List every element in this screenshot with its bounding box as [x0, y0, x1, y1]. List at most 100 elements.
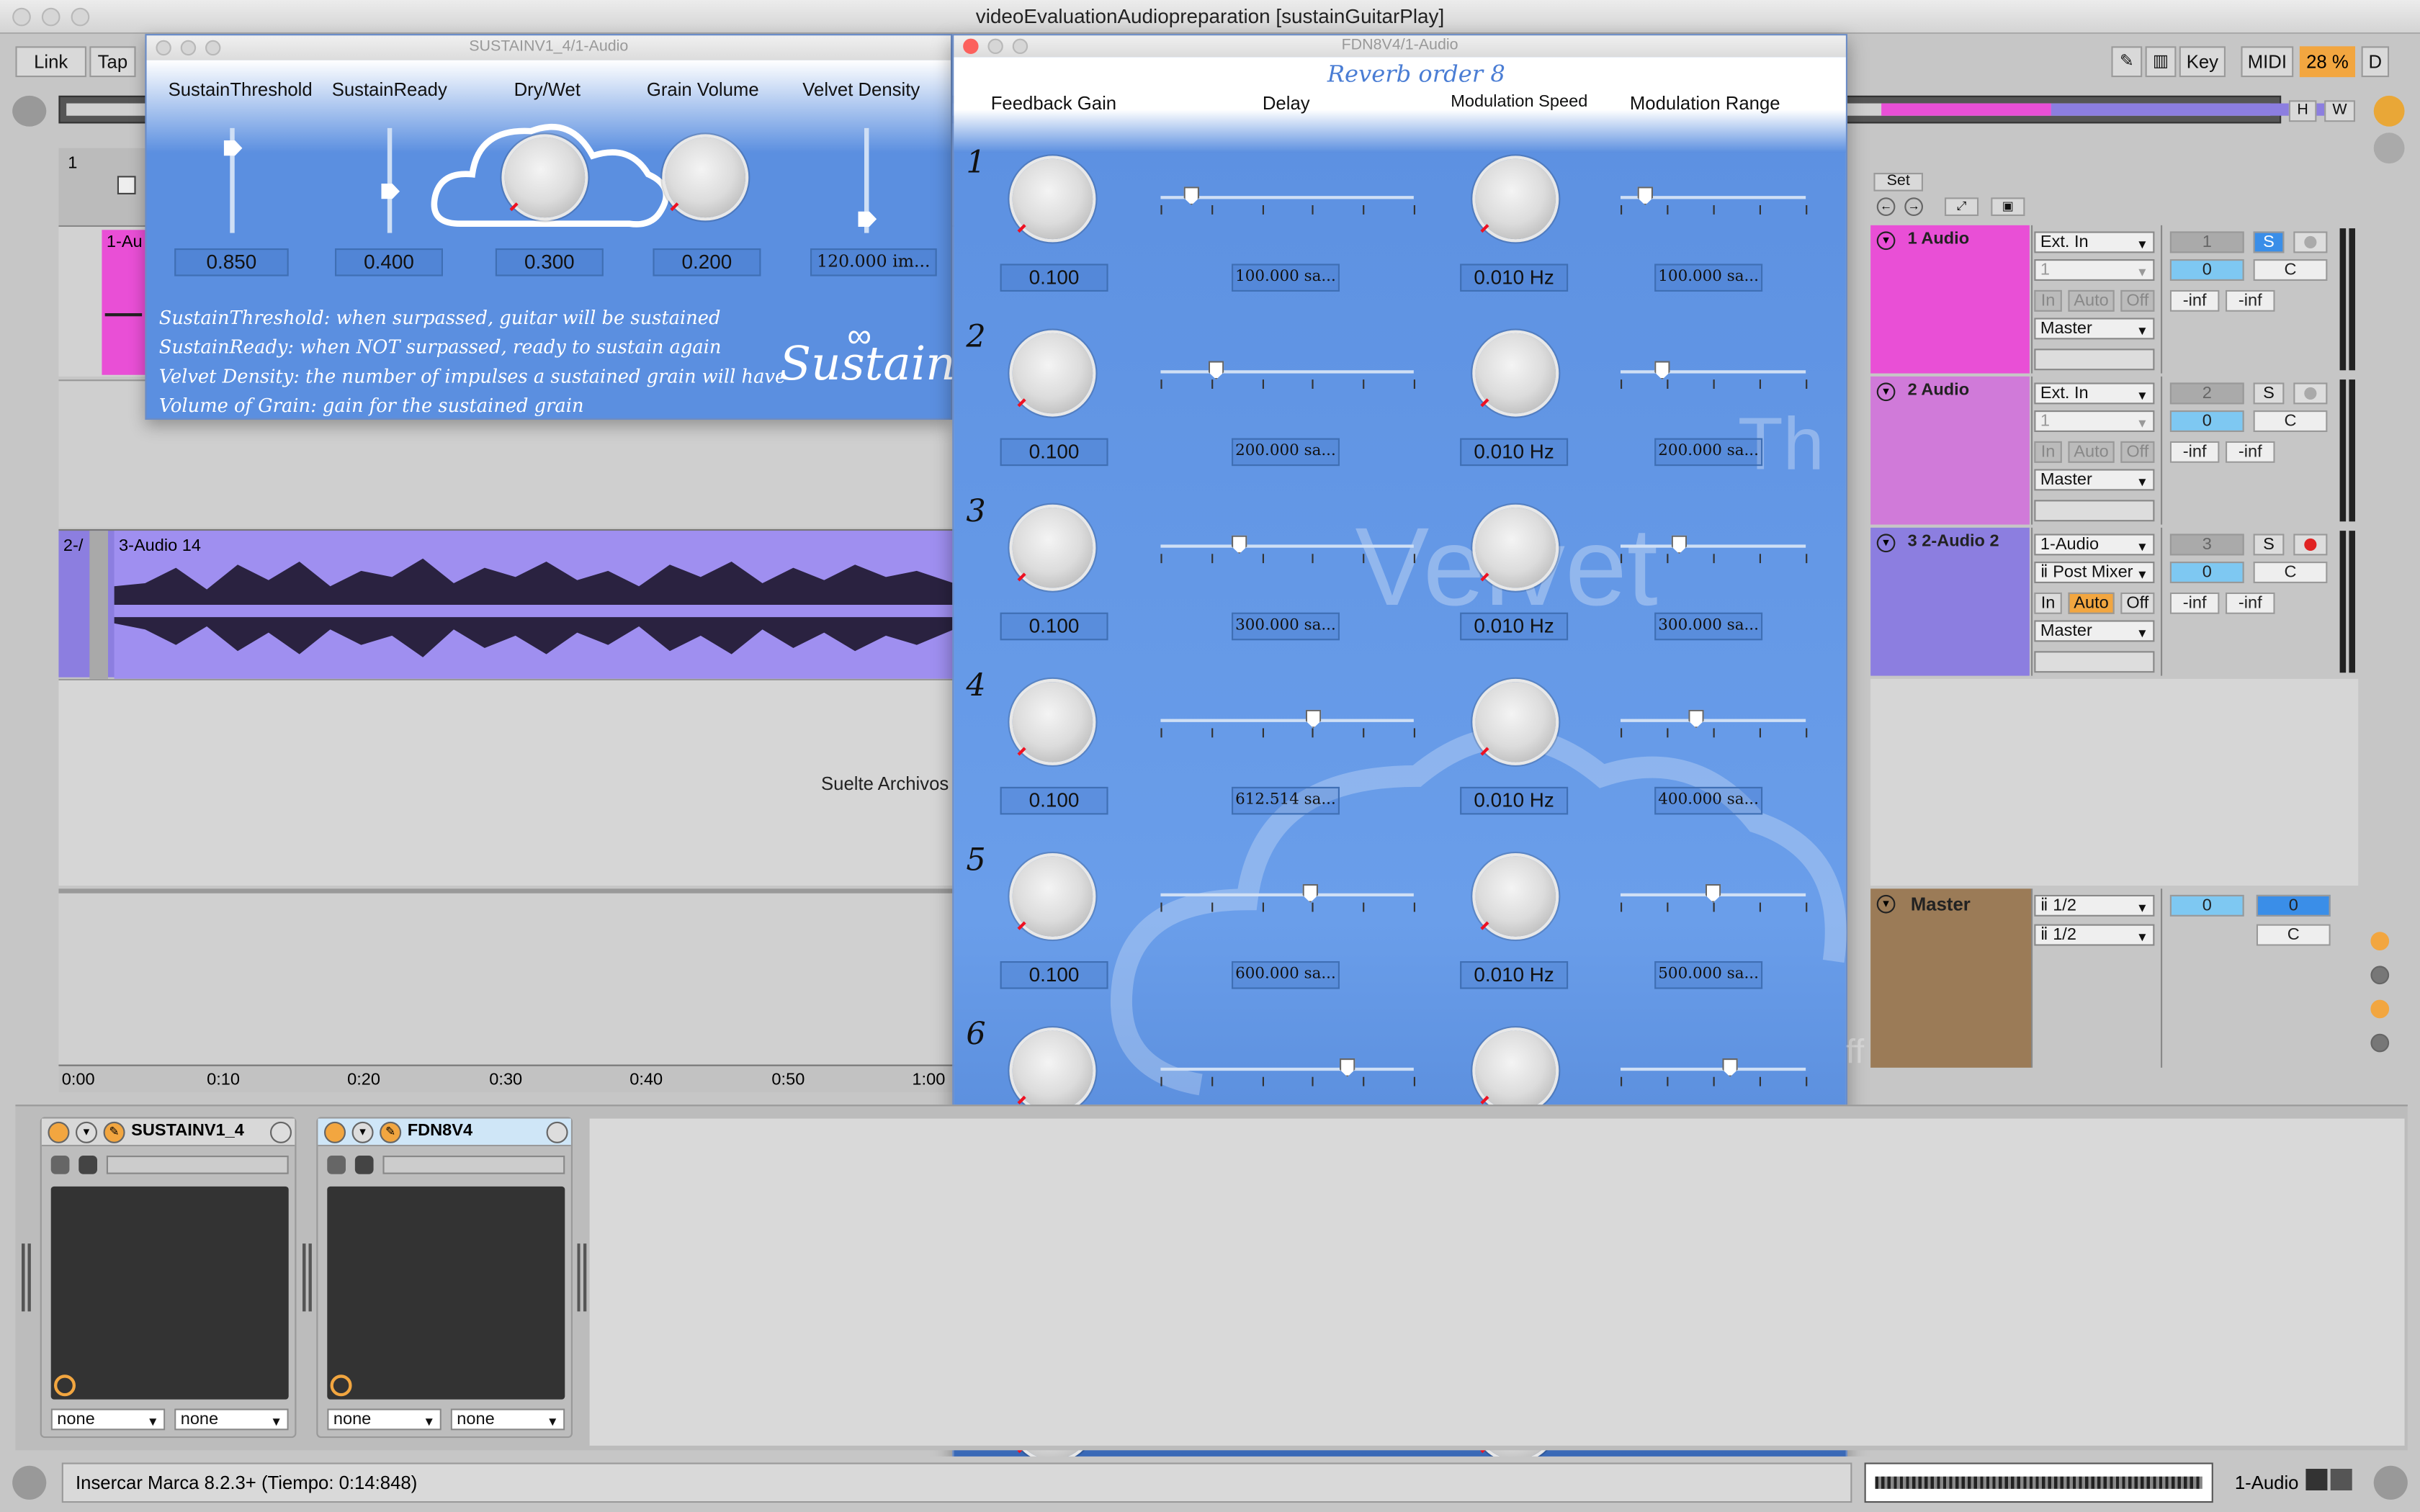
feedback-gain-knob[interactable]	[1012, 856, 1093, 937]
audio-clip-3[interactable]: 3-Audio 14	[114, 531, 954, 679]
device-select-2[interactable]: none ▼	[450, 1408, 565, 1431]
feedback-gain-knob[interactable]	[1012, 158, 1093, 240]
track-number[interactable]: 2	[2169, 382, 2244, 405]
sustain-ready-slider[interactable]	[381, 127, 400, 233]
h-button[interactable]: H	[2288, 100, 2317, 122]
output-channel-select[interactable]	[2034, 500, 2155, 522]
audio-icon[interactable]	[2330, 1468, 2352, 1490]
wrench-icon[interactable]: ✎	[103, 1121, 125, 1143]
audio-clip-1[interactable]: 1-Au	[102, 230, 145, 375]
input-channel-select[interactable]: 1 ▼	[2034, 410, 2155, 432]
delay-slider[interactable]	[1160, 709, 1414, 734]
master-cue-volume[interactable]: 0	[2256, 894, 2331, 917]
device-select-2[interactable]: none ▼	[174, 1408, 289, 1431]
fdn-close-icon[interactable]	[963, 38, 979, 54]
track-fold-icon[interactable]: ▾	[1876, 231, 1896, 251]
volume-field[interactable]: 0	[2169, 562, 2244, 583]
output-select[interactable]: Master ▼	[2034, 318, 2155, 340]
delay-slider[interactable]	[1160, 535, 1414, 560]
preset-field[interactable]	[106, 1156, 289, 1174]
device-fold-icon[interactable]: ▾	[76, 1121, 97, 1143]
folder-icon[interactable]	[50, 1156, 70, 1174]
set-button[interactable]: Set	[1873, 173, 1923, 192]
modulation-speed-value[interactable]: 0.010 Hz	[1460, 438, 1569, 467]
sustain-threshold-value[interactable]: 0.850	[174, 248, 289, 276]
loop-marker-icon[interactable]	[117, 176, 136, 194]
device-toggle-icon[interactable]	[2373, 1465, 2408, 1500]
pencil-icon[interactable]: ✎	[2111, 46, 2143, 78]
track-fold-icon[interactable]: ▾	[1876, 382, 1896, 402]
key-map-button[interactable]: Key	[2179, 46, 2226, 78]
device-drag-handle[interactable]	[22, 1243, 31, 1312]
overview-waveform[interactable]	[1864, 1462, 2213, 1503]
feedback-gain-value[interactable]: 0.100	[1000, 264, 1108, 292]
lock-icon[interactable]: ▣	[1991, 197, 2025, 216]
track-number[interactable]: 3	[2169, 534, 2244, 556]
fdn-minimize-icon[interactable]	[987, 38, 1003, 54]
feedback-gain-knob[interactable]	[1012, 333, 1093, 414]
master-lane[interactable]	[58, 888, 954, 1065]
modulation-speed-value[interactable]: 0.010 Hz	[1460, 961, 1569, 989]
pan-field[interactable]: C	[2253, 410, 2328, 432]
input-type-select[interactable]: 1-Audio ▼	[2034, 534, 2155, 556]
output-channel-select[interactable]	[2034, 348, 2155, 371]
track-header[interactable]: ▾ 1 Audio	[1870, 225, 2030, 374]
monitor-off-button[interactable]: Off	[2120, 441, 2155, 463]
link-button[interactable]: Link	[15, 46, 86, 78]
folder-icon[interactable]	[327, 1156, 346, 1174]
sustain-close-icon[interactable]	[156, 40, 171, 56]
modulation-speed-knob[interactable]	[1475, 158, 1556, 240]
track-lane-3[interactable]: 2-/ 3-Audio 14	[58, 529, 954, 679]
sustain-ready-value[interactable]: 0.400	[335, 248, 443, 276]
feedback-gain-value[interactable]: 0.100	[1000, 612, 1108, 641]
device-drag-handle[interactable]	[302, 1243, 312, 1312]
clip-view-toggle-icon[interactable]	[2373, 95, 2405, 127]
master-track-header[interactable]: ▾ Master	[1870, 888, 2031, 1068]
monitor-in-button[interactable]: In	[2034, 441, 2062, 463]
output-select[interactable]: Master ▼	[2034, 620, 2155, 642]
status-toggle-icon[interactable]	[12, 1465, 47, 1500]
zoom-window-icon[interactable]	[71, 7, 90, 27]
feedback-gain-knob[interactable]	[1012, 1030, 1093, 1111]
master-volume[interactable]: 0	[2169, 894, 2244, 917]
pan-field[interactable]: C	[2253, 259, 2328, 281]
modulation-range-value[interactable]: 400.000 sa...	[1654, 786, 1763, 815]
feedback-gain-value[interactable]: 0.100	[1000, 961, 1108, 989]
dry-wet-knob[interactable]	[504, 137, 586, 218]
monitor-auto-button[interactable]: Auto	[2068, 592, 2115, 614]
monitor-off-button[interactable]: Off	[2120, 289, 2155, 312]
delay-slider[interactable]	[1160, 361, 1414, 386]
master-input-2[interactable]: ⅱ 1/2 ▼	[2034, 924, 2155, 946]
modulation-speed-knob[interactable]	[1475, 1030, 1556, 1111]
device-status-icon[interactable]	[330, 1374, 352, 1397]
keyboard-icon[interactable]: ▥	[2145, 46, 2177, 78]
volume-field[interactable]: 0	[2169, 410, 2244, 432]
device-select-1[interactable]: none ▼	[50, 1408, 166, 1431]
time-ruler[interactable]: 0:00 0:10 0:20 0:30 0:40 0:50 1:00	[58, 1064, 954, 1093]
volume-field[interactable]: 0	[2169, 259, 2244, 281]
wrench-icon[interactable]: ✎	[380, 1121, 402, 1143]
modulation-speed-knob[interactable]	[1475, 856, 1556, 937]
device-drag-handle[interactable]	[577, 1243, 587, 1312]
browser-toggle-icon[interactable]	[12, 95, 47, 127]
device-hotswap-icon[interactable]	[270, 1121, 292, 1143]
solo-button[interactable]: S	[2253, 382, 2285, 405]
master-pan[interactable]: C	[2256, 924, 2331, 946]
arm-button[interactable]	[2293, 231, 2328, 253]
mixer-toggle-icon[interactable]	[2373, 132, 2405, 164]
grain-volume-knob[interactable]	[665, 137, 745, 218]
master-input-1[interactable]: ⅱ 1/2 ▼	[2034, 894, 2155, 917]
modulation-range-value[interactable]: 200.000 sa...	[1654, 438, 1763, 467]
modulation-range-value[interactable]: 100.000 sa...	[1654, 264, 1763, 292]
d-button[interactable]: D	[2361, 46, 2390, 78]
delay-value[interactable]: 600.000 sa...	[1232, 961, 1340, 989]
midi-map-button[interactable]: MIDI	[2241, 46, 2294, 78]
sustain-minimize-icon[interactable]	[180, 40, 197, 56]
delay-slider[interactable]	[1160, 186, 1414, 212]
modulation-speed-knob[interactable]	[1475, 682, 1556, 762]
device-select-1[interactable]: none ▼	[327, 1408, 442, 1431]
solo-button[interactable]: S	[2253, 534, 2285, 556]
arm-button[interactable]	[2293, 382, 2328, 405]
close-window-icon[interactable]	[12, 7, 31, 27]
feedback-gain-value[interactable]: 0.100	[1000, 786, 1108, 815]
